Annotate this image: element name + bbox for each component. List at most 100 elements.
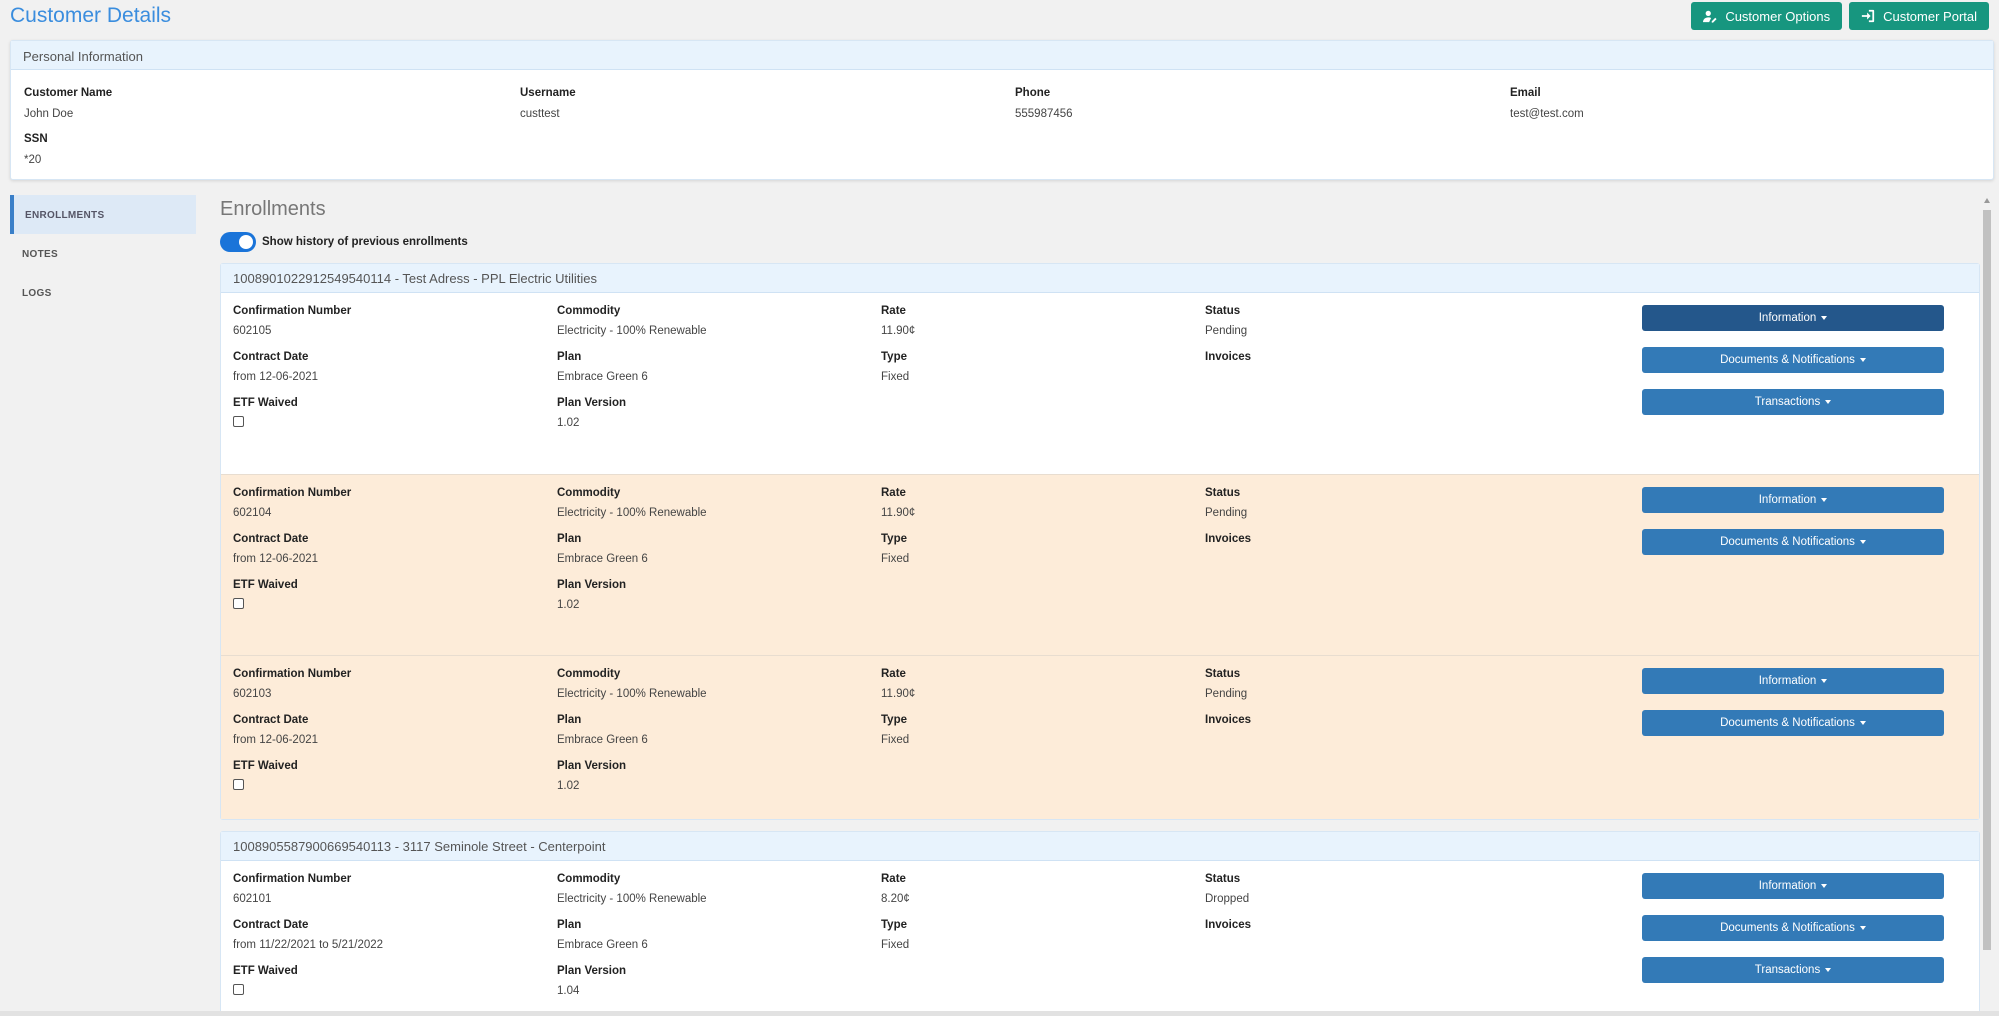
type-field: Type Fixed — [881, 351, 915, 383]
information-button[interactable]: Information — [1642, 873, 1944, 899]
customer-portal-button[interactable]: Customer Portal — [1849, 2, 1989, 30]
sidebar-nav: ENROLLMENTS NOTES LOGS — [10, 195, 196, 312]
information-button-label: Information — [1758, 312, 1817, 324]
field-label: Username — [520, 87, 576, 99]
etf-waived-label: ETF Waived — [233, 397, 298, 409]
information-button[interactable]: Information — [1642, 305, 1944, 331]
status-field: Status Pending — [1205, 487, 1251, 519]
enrollment-col-2: Commodity Electricity - 100% Renewable Pla… — [557, 668, 707, 806]
confirmation-number-label: Confirmation Number — [233, 668, 352, 680]
scrollbar[interactable] — [1982, 198, 1992, 958]
plan-version-field: Plan Version 1.02 — [557, 760, 707, 792]
invoices-label: Invoices — [1205, 919, 1252, 931]
email-field: Email test@test.com — [1510, 87, 1910, 120]
enrollment-col-4: Status Pending Invoices — [1205, 305, 1251, 377]
enrollment-row: Confirmation Number 602105 Contract Date fr… — [221, 293, 1979, 474]
sign-in-icon — [1861, 9, 1875, 23]
confirmation-number-field: Confirmation Number 602105 — [233, 305, 351, 337]
invoices-label: Invoices — [1205, 533, 1252, 545]
type-value: Fixed — [881, 734, 910, 746]
commodity-label: Commodity — [557, 873, 621, 885]
transactions-button[interactable]: Transactions — [1642, 957, 1944, 983]
etf-waived-checkbox[interactable] — [233, 984, 244, 995]
field-label: Customer Name — [24, 87, 113, 99]
personal-information-card: Personal Information Customer Name John … — [10, 40, 1994, 180]
documents-notifications-button-label: Documents & Notifications — [1720, 536, 1855, 548]
bottom-scrollbar-track — [0, 1011, 1999, 1016]
type-value: Fixed — [881, 939, 910, 951]
contract-date-label: Contract Date — [233, 919, 309, 931]
invoices-field: Invoices — [1205, 533, 1251, 545]
documents-notifications-button[interactable]: Documents & Notifications — [1642, 915, 1944, 941]
status-label: Status — [1205, 873, 1241, 885]
transactions-button[interactable]: Transactions — [1642, 389, 1944, 415]
contract-date-label: Contract Date — [233, 533, 309, 545]
scroll-up-arrow-icon[interactable] — [1984, 198, 1990, 203]
transactions-button-label: Transactions — [1754, 964, 1821, 976]
type-label: Type — [881, 714, 907, 726]
status-value: Pending — [1205, 688, 1248, 700]
sidebar-item-enrollments[interactable]: ENROLLMENTS — [10, 195, 196, 234]
rate-label: Rate — [881, 873, 906, 885]
field-label: SSN — [24, 133, 48, 145]
etf-waived-label: ETF Waived — [233, 965, 298, 977]
commodity-value: Electricity - 100% Renewable — [557, 893, 707, 905]
contract-date-field: Contract Date from 11/22/2021 to 5/21/202… — [233, 919, 383, 951]
confirmation-number-value: 602103 — [233, 688, 272, 700]
information-button[interactable]: Information — [1642, 487, 1944, 513]
type-label: Type — [881, 919, 907, 931]
enrollment-col-3: Rate 11.90¢ Type Fixed — [881, 487, 915, 579]
confirmation-number-label: Confirmation Number — [233, 305, 352, 317]
caret-down-icon — [1859, 358, 1866, 362]
enrollment-col-3: Rate 8.20¢ Type Fixed — [881, 873, 910, 965]
phone-field: Phone 555987456 — [1015, 87, 1415, 120]
confirmation-number-value: 602104 — [233, 507, 272, 519]
header-actions: Customer Options Customer Portal — [1691, 2, 1989, 30]
etf-waived-field: ETF Waived — [233, 760, 351, 790]
enrollment-group-header: 1008901022912549540114 - Test Adress - P… — [221, 264, 1979, 293]
status-value: Pending — [1205, 325, 1248, 337]
type-value: Fixed — [881, 371, 910, 383]
customer-options-label: Customer Options — [1725, 8, 1831, 24]
etf-waived-label: ETF Waived — [233, 579, 298, 591]
plan-version-value: 1.04 — [557, 985, 580, 997]
sidebar-item-logs[interactable]: LOGS — [10, 273, 196, 312]
username-field: Username custtest — [520, 87, 920, 120]
commodity-value: Electricity - 100% Renewable — [557, 507, 707, 519]
contract-date-value: from 11/22/2021 to 5/21/2022 — [233, 939, 384, 951]
caret-down-icon — [1821, 316, 1828, 320]
type-field: Type Fixed — [881, 714, 915, 746]
commodity-value: Electricity - 100% Renewable — [557, 325, 707, 337]
plan-version-value: 1.02 — [557, 780, 580, 792]
etf-waived-field: ETF Waived — [233, 965, 383, 995]
commodity-field: Commodity Electricity - 100% Renewable — [557, 487, 707, 519]
sidebar-item-notes[interactable]: NOTES — [10, 234, 196, 273]
status-value: Pending — [1205, 507, 1248, 519]
confirmation-number-field: Confirmation Number 602103 — [233, 668, 351, 700]
confirmation-number-field: Confirmation Number 602104 — [233, 487, 351, 519]
scrollbar-thumb[interactable] — [1983, 210, 1991, 950]
etf-waived-checkbox[interactable] — [233, 416, 244, 427]
enrollment-col-1: Confirmation Number 602101 Contract Date fr… — [233, 873, 383, 1009]
etf-waived-checkbox[interactable] — [233, 779, 244, 790]
commodity-label: Commodity — [557, 668, 621, 680]
field-label: Email — [1510, 87, 1541, 99]
enrollment-group: 1008905587900669540113 - 3117 Seminole S… — [220, 831, 1980, 1011]
status-field: Status Dropped — [1205, 873, 1251, 905]
documents-notifications-button[interactable]: Documents & Notifications — [1642, 710, 1944, 736]
invoices-label: Invoices — [1205, 714, 1252, 726]
documents-notifications-button[interactable]: Documents & Notifications — [1642, 529, 1944, 555]
rate-value: 8.20¢ — [881, 893, 910, 905]
confirmation-number-field: Confirmation Number 602101 — [233, 873, 383, 905]
history-toggle[interactable] — [220, 232, 256, 252]
information-button[interactable]: Information — [1642, 668, 1944, 694]
caret-down-icon — [1821, 679, 1828, 683]
plan-value: Embrace Green 6 — [557, 553, 648, 565]
enrollment-row: Confirmation Number 602104 Contract Date fr… — [221, 474, 1979, 655]
plan-value: Embrace Green 6 — [557, 734, 648, 746]
customer-options-button[interactable]: Customer Options — [1691, 2, 1843, 30]
plan-field: Plan Embrace Green 6 — [557, 351, 707, 383]
status-label: Status — [1205, 668, 1241, 680]
documents-notifications-button[interactable]: Documents & Notifications — [1642, 347, 1944, 373]
etf-waived-checkbox[interactable] — [233, 598, 244, 609]
